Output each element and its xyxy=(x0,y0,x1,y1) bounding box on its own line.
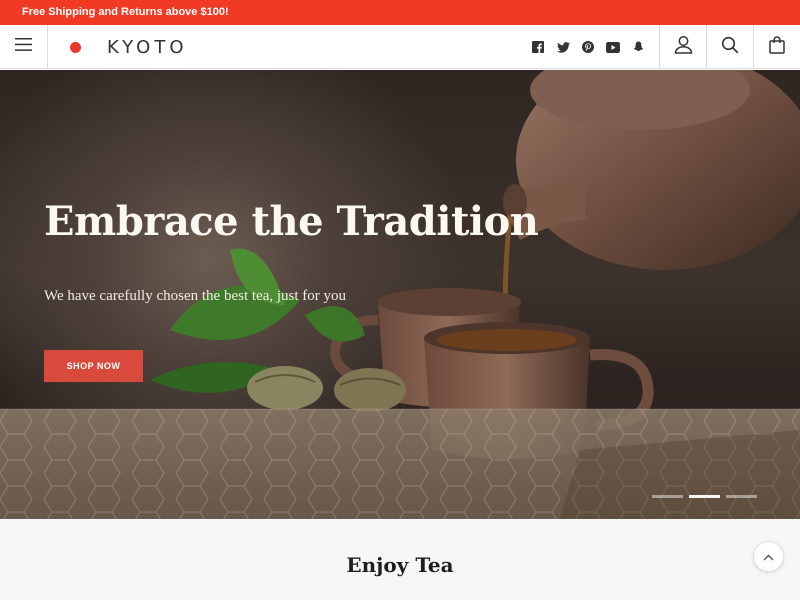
cart-icon xyxy=(769,35,785,59)
chevron-up-icon xyxy=(763,548,774,566)
twitter-icon[interactable] xyxy=(555,39,571,55)
social-links xyxy=(530,25,646,69)
announcement-bar: Free Shipping and Returns above $100! xyxy=(0,0,800,25)
site-header: KYOTO xyxy=(0,25,800,69)
hero-subtitle: We have carefully chosen the best tea, j… xyxy=(44,288,347,304)
snapchat-icon[interactable] xyxy=(630,39,646,55)
scroll-to-top-button[interactable] xyxy=(753,541,784,572)
slide-dot-2[interactable] xyxy=(689,495,720,498)
hamburger-menu-icon xyxy=(15,38,32,56)
logo-text: KYOTO xyxy=(107,36,188,58)
slider-pagination xyxy=(652,495,757,498)
section-title: Enjoy Tea xyxy=(346,553,454,577)
youtube-icon[interactable] xyxy=(605,39,621,55)
slide-dot-3[interactable] xyxy=(726,495,757,498)
facebook-icon[interactable] xyxy=(530,39,546,55)
account-button[interactable] xyxy=(659,25,706,69)
hero-title: Embrace the Tradition xyxy=(44,198,539,245)
site-logo[interactable]: KYOTO xyxy=(70,25,188,69)
search-button[interactable] xyxy=(706,25,753,69)
announcement-text: Free Shipping and Returns above $100! xyxy=(22,6,229,18)
hero-banner: Embrace the Tradition We have carefully … xyxy=(0,70,800,519)
account-icon xyxy=(674,35,693,59)
cart-button[interactable] xyxy=(753,25,800,69)
pinterest-icon[interactable] xyxy=(580,39,596,55)
search-icon xyxy=(721,36,739,59)
enjoy-tea-section: Enjoy Tea xyxy=(0,519,800,600)
menu-button[interactable] xyxy=(0,25,48,69)
logo-dot xyxy=(70,41,81,53)
shop-now-button[interactable]: SHOP NOW xyxy=(44,350,143,382)
slide-dot-1[interactable] xyxy=(652,495,683,498)
